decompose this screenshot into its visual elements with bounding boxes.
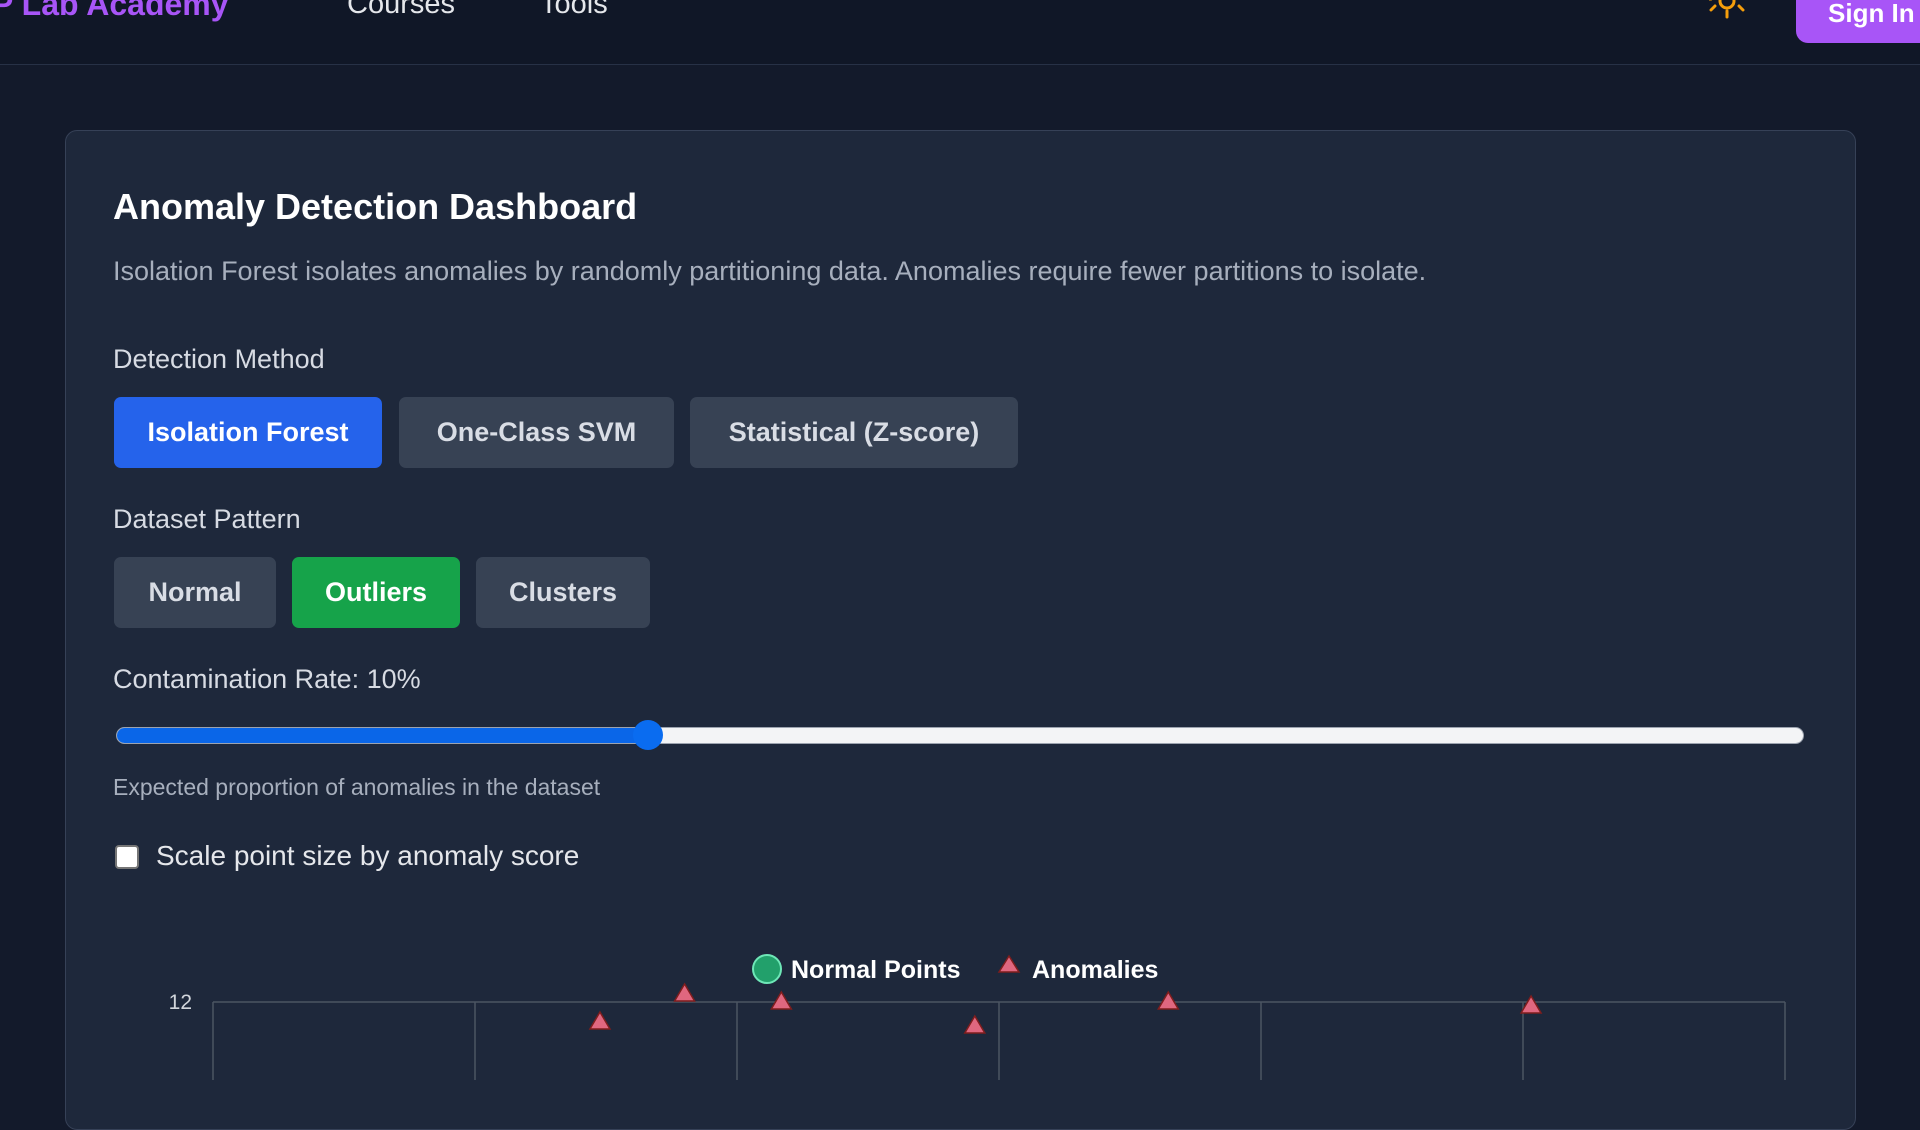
legend-anomaly-label: Anomalies bbox=[1032, 956, 1158, 984]
scale-point-size-label[interactable]: Scale point size by anomaly score bbox=[156, 840, 579, 872]
anomaly-point[interactable] bbox=[1156, 990, 1180, 1010]
contamination-rate-label: Contamination Rate: 10% bbox=[113, 664, 421, 694]
page-title: Anomaly Detection Dashboard bbox=[113, 186, 638, 227]
method-one-class-svm-button[interactable]: One-Class SVM bbox=[399, 397, 674, 468]
nav-courses[interactable]: Courses bbox=[347, 0, 455, 21]
anomaly-scatter-chart: Normal Points Anomalies 12 bbox=[169, 954, 1786, 1080]
contamination-slider-thumb[interactable] bbox=[632, 720, 663, 750]
method-zscore-button[interactable]: Statistical (Z-score) bbox=[690, 397, 1018, 468]
anomaly-point[interactable] bbox=[588, 1010, 612, 1030]
method-description: Isolation Forest isolates anomalies by r… bbox=[113, 256, 1427, 286]
anomaly-point[interactable] bbox=[963, 1014, 987, 1034]
anomaly-point[interactable] bbox=[770, 990, 793, 1010]
chart-points bbox=[588, 982, 1543, 1034]
scale-point-size-checkbox[interactable] bbox=[115, 845, 139, 869]
theme-toggle-button[interactable] bbox=[1700, 0, 1754, 26]
contamination-slider-fill bbox=[117, 728, 649, 743]
legend-normal-swatch bbox=[752, 954, 782, 984]
method-isolation-forest-button[interactable]: Isolation Forest bbox=[114, 397, 382, 468]
brand-logo[interactable]: P Lab Academy bbox=[0, 0, 229, 23]
anomaly-point[interactable] bbox=[673, 982, 696, 1002]
chart-grid bbox=[212, 1001, 1786, 1080]
sign-in-button[interactable]: Sign In bbox=[1796, 0, 1920, 43]
dataset-pattern-label: Dataset Pattern bbox=[113, 504, 301, 534]
pattern-normal-button[interactable]: Normal bbox=[114, 557, 276, 628]
legend-anomaly-swatch bbox=[997, 954, 1021, 973]
detection-method-label: Detection Method bbox=[113, 344, 325, 374]
nav-tools[interactable]: Tools bbox=[540, 0, 608, 21]
contamination-slider[interactable] bbox=[116, 727, 1804, 744]
anomaly-point[interactable] bbox=[1519, 994, 1543, 1014]
sun-icon bbox=[1709, 0, 1745, 19]
pattern-outliers-button[interactable]: Outliers bbox=[292, 557, 460, 628]
pattern-clusters-button[interactable]: Clusters bbox=[476, 557, 650, 628]
y-tick-label: 12 bbox=[169, 991, 192, 1014]
top-navbar: P Lab Academy Courses Tools Sign In bbox=[0, 0, 1920, 65]
chart-legend: Normal Points Anomalies bbox=[752, 954, 1158, 984]
contamination-hint: Expected proportion of anomalies in the … bbox=[113, 774, 601, 800]
legend-normal-label: Normal Points bbox=[791, 956, 960, 984]
